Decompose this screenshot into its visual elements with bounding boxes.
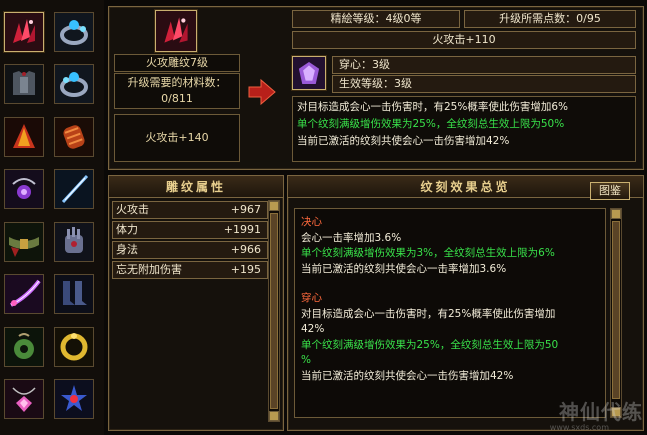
attribute-row: 忘无附加伤害 +195 bbox=[112, 261, 268, 279]
attribute-value: +967 bbox=[230, 203, 261, 216]
attribute-name: 忘无附加伤害 bbox=[116, 263, 182, 276]
desc-line: 对目标造成会心一击伤害时，有25%概率使此伤害增加6% bbox=[297, 101, 568, 113]
blade-icon bbox=[5, 275, 43, 313]
refine-level: 精絵等级：4级0等 bbox=[292, 10, 460, 28]
gold-ring-icon bbox=[55, 328, 93, 366]
desc-line: 单个纹刻满级增伤效果为25%，全纹刻总生效上限为50% bbox=[297, 118, 565, 130]
effect-line: 对目标造成会心一击伤害时，有25%概率使此伤害增加 bbox=[301, 307, 556, 320]
attribute-row: 身法 +966 bbox=[112, 241, 268, 259]
equip-slot-boots[interactable] bbox=[54, 274, 94, 314]
scroll-up-button[interactable] bbox=[611, 209, 621, 219]
scroll-down-button[interactable] bbox=[269, 411, 279, 421]
materials-label: 升级需要的材料数： bbox=[127, 76, 227, 89]
materials-box: 升级需要的材料数： 0/811 bbox=[114, 73, 240, 109]
crystal-cluster-icon bbox=[5, 13, 43, 51]
desc-line: 当前已激活的纹刻共使会心一击伤害增加42% bbox=[297, 135, 510, 147]
attribute-name: 火攻击 bbox=[116, 203, 149, 216]
effect-line: 单个纹刻满级增伤效果为3%，全纹刻总生效上限为6% bbox=[301, 247, 555, 259]
belt-icon bbox=[5, 223, 43, 261]
purple-gem-icon bbox=[293, 57, 325, 89]
equip-slot-amulet[interactable] bbox=[4, 169, 44, 209]
gem-name: 穿心：3级 bbox=[332, 56, 636, 74]
equip-slot-armor[interactable] bbox=[4, 64, 44, 104]
scroll-up-button[interactable] bbox=[269, 201, 279, 211]
equip-slot-necklace[interactable] bbox=[4, 379, 44, 419]
effect-section-name: 穿心 bbox=[301, 292, 322, 304]
item-name: 火攻雕纹7级 bbox=[114, 54, 240, 72]
effect-line: 当前已激活的纹刻共使会心一击率增加3.6% bbox=[301, 262, 507, 275]
effect-line: 42% bbox=[301, 323, 325, 335]
equip-slot-cape[interactable] bbox=[4, 117, 44, 157]
armor-icon bbox=[5, 65, 43, 103]
attribute-value: +1991 bbox=[223, 223, 261, 236]
pink-gem-necklace-icon bbox=[5, 380, 43, 418]
attributes-title: 雕纹属性 bbox=[109, 176, 283, 198]
equip-slot-blade[interactable] bbox=[4, 274, 44, 314]
watermark-url: www.sxds.com bbox=[549, 423, 609, 432]
materials-value: 0/811 bbox=[161, 92, 193, 105]
equip-slot-brooch[interactable] bbox=[54, 379, 94, 419]
upgrade-description: 对目标造成会心一击伤害时，有25%概率使此伤害增加6% 单个纹刻满级增伤效果为2… bbox=[292, 96, 636, 162]
attribute-row: 火攻击 +967 bbox=[112, 201, 268, 219]
effects-list: 决心 会心一击率增加3.6% 单个纹刻满级增伤效果为3%，全纹刻总生效上限为6%… bbox=[294, 208, 606, 418]
equipment-grid bbox=[0, 0, 104, 435]
attribute-value: +195 bbox=[230, 263, 261, 276]
upgrade-stat: 火攻击+110 bbox=[292, 31, 636, 49]
needle-icon bbox=[55, 170, 93, 208]
gem-icon-slot[interactable] bbox=[292, 56, 326, 90]
effect-level: 生效等级：3级 bbox=[332, 75, 636, 93]
star-brooch-icon bbox=[55, 380, 93, 418]
gem-ring-icon bbox=[55, 13, 93, 51]
attribute-value: +966 bbox=[230, 243, 261, 256]
attributes-scrollbar[interactable] bbox=[268, 200, 280, 422]
equip-slot-gold-ring[interactable] bbox=[54, 327, 94, 367]
amulet-icon bbox=[5, 170, 43, 208]
effects-scrollbar[interactable] bbox=[610, 208, 622, 418]
codex-button[interactable]: 图鉴 bbox=[590, 182, 630, 200]
arrow-right-icon bbox=[248, 78, 276, 106]
effect-line: % bbox=[301, 354, 311, 366]
gauntlet-icon bbox=[55, 223, 93, 261]
effect-line: 会心一击率增加3.6% bbox=[301, 231, 402, 244]
equip-slot-weapon-crystal[interactable] bbox=[4, 12, 44, 52]
watermark-logo: 神仙代练 bbox=[559, 400, 643, 424]
equip-slot-gauntlet[interactable] bbox=[54, 222, 94, 262]
attribute-row: 体力 +1991 bbox=[112, 221, 268, 239]
effect-section-name: 决心 bbox=[301, 216, 322, 228]
scroll-thumb[interactable] bbox=[612, 221, 620, 399]
scroll-thumb[interactable] bbox=[270, 213, 278, 409]
attribute-name: 体力 bbox=[116, 223, 138, 236]
equip-slot-needle[interactable] bbox=[54, 169, 94, 209]
cape-icon bbox=[5, 118, 43, 156]
item-stat: 火攻击+140 bbox=[114, 114, 240, 162]
gem-ring-icon bbox=[55, 65, 93, 103]
equip-slot-jade[interactable] bbox=[4, 327, 44, 367]
points-needed: 升级所需点数：0/95 bbox=[464, 10, 636, 28]
equip-slot-ring-1[interactable] bbox=[54, 12, 94, 52]
jade-pendant-icon bbox=[5, 328, 43, 366]
boots-icon bbox=[55, 275, 93, 313]
crystal-cluster-icon bbox=[156, 11, 196, 51]
effect-line: 当前已激活的纹刻共使会心一击伤害增加42% bbox=[301, 369, 514, 382]
effect-line: 单个纹刻满级增伤效果为25%，全纹刻总生效上限为50 bbox=[301, 338, 559, 351]
attribute-name: 身法 bbox=[116, 243, 138, 256]
equip-slot-bracer[interactable] bbox=[54, 117, 94, 157]
selected-item-icon-slot[interactable] bbox=[155, 10, 197, 52]
equip-slot-belt[interactable] bbox=[4, 222, 44, 262]
bracer-icon bbox=[55, 118, 93, 156]
equip-slot-ring-2[interactable] bbox=[54, 64, 94, 104]
